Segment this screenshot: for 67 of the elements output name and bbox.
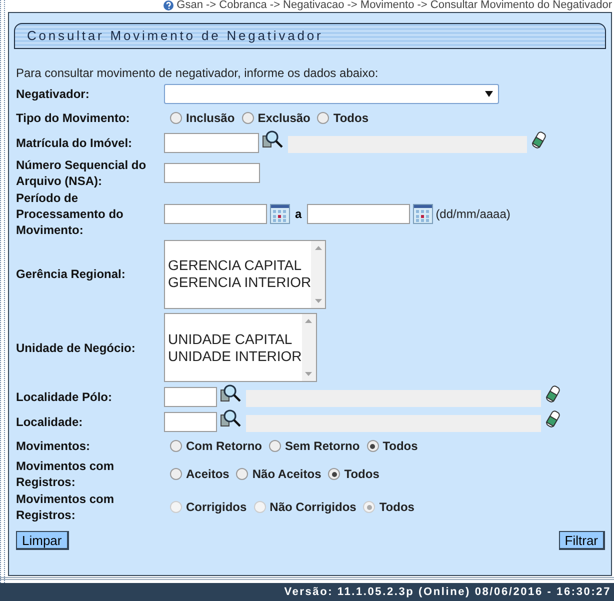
radio-button[interactable] [170, 468, 182, 480]
scroll-down-icon[interactable] [314, 298, 322, 302]
radio-button[interactable] [170, 440, 182, 452]
list-box[interactable]: UNIDADE CAPITAL UNIDADE INTERIOR [164, 313, 317, 382]
breadcrumb: Gsan -> Cobranca -> Negativacao -> Movimento -> Consultar Movimento do Negativador [176, 0, 612, 11]
field-label: Tipo do Movimento: [16, 110, 131, 126]
scrollbar[interactable] [302, 314, 316, 381]
radio-label: Todos [379, 499, 414, 516]
date-format-hint: (dd/mm/aaaa) [436, 206, 510, 223]
radio-label: Aceitos [186, 466, 230, 483]
radio-label: Corrigidos [186, 499, 247, 516]
eraser-icon[interactable] [545, 410, 561, 428]
radio-label: Com Retorno [186, 438, 262, 455]
field-label: Período de Processamento do Movimento: [16, 190, 124, 238]
filter-button[interactable]: Filtrar [558, 531, 605, 550]
field-label: Movimentos: [16, 438, 92, 454]
scrollbar[interactable] [311, 240, 325, 308]
instruction-text: Para consultar movimento de negativador, informe os dados abaixo: [16, 66, 380, 80]
radio-button[interactable] [328, 468, 340, 480]
range-separator: a [295, 206, 302, 223]
radio-label: Todos [333, 110, 368, 127]
radio-label: Não Aceitos [252, 466, 322, 483]
help-icon[interactable] [162, 0, 174, 11]
radio-label: Sem Retorno [285, 438, 360, 455]
field-label: Localidade: [16, 414, 84, 430]
input-field[interactable] [164, 204, 267, 224]
calendar-icon[interactable] [270, 204, 290, 224]
input-field[interactable] [164, 387, 217, 407]
list-option[interactable]: UNIDADE INTERIOR [168, 348, 302, 364]
field-label: Movimentos com Registros: [16, 491, 116, 523]
field-label: Número Sequencial do Arquivo (NSA): [16, 157, 148, 189]
field-label: Movimentos com Registros: [16, 458, 116, 490]
field-label: Localidade Pólo: [16, 389, 114, 405]
version-text: Versão: 11.1.05.2.3p (Online) 08/06/2016 - 16:30:27 [284, 584, 611, 600]
list-box[interactable]: GERENCIA CAPITAL GERENCIA INTERIOR [164, 240, 326, 308]
calendar-icon[interactable] [412, 204, 433, 224]
input-field[interactable] [164, 163, 260, 183]
eraser-icon[interactable] [545, 385, 561, 403]
caret-icon [485, 91, 493, 97]
radio-button[interactable] [269, 440, 281, 452]
scroll-up-icon[interactable] [314, 246, 322, 250]
input-field[interactable] [164, 133, 259, 153]
eraser-icon[interactable] [531, 131, 547, 149]
field-label: Negativador: [16, 86, 90, 102]
radio-button[interactable] [242, 112, 254, 124]
dropdown[interactable] [164, 84, 499, 104]
panel-title: Consultar Movimento de Negativador [14, 23, 606, 49]
radio-label: Inclusão [186, 110, 235, 127]
radio-label: Todos [344, 466, 380, 483]
radio-button[interactable] [236, 468, 248, 480]
list-option[interactable]: UNIDADE CAPITAL [168, 330, 302, 348]
clear-button[interactable]: Limpar [16, 531, 69, 550]
field-label: Unidade de Negócio: [16, 340, 136, 356]
radio-button[interactable] [170, 112, 182, 124]
scroll-up-icon[interactable] [305, 319, 312, 323]
radio-label: Exclusão [258, 110, 310, 127]
list-option[interactable]: GERENCIA CAPITAL [168, 257, 312, 274]
radio-button[interactable] [317, 112, 330, 124]
input-field[interactable] [164, 412, 217, 432]
radio-label: Todos [382, 438, 418, 455]
field-label: Matrícula do Imóvel: [16, 135, 134, 151]
field-label: Gerência Regional: [16, 266, 126, 282]
input-field[interactable] [306, 204, 410, 224]
scroll-down-icon[interactable] [305, 372, 312, 376]
radio-label: Não Corrigidos [270, 499, 356, 516]
list-option[interactable]: GERENCIA INTERIOR [168, 274, 312, 291]
radio-button[interactable] [366, 440, 379, 452]
